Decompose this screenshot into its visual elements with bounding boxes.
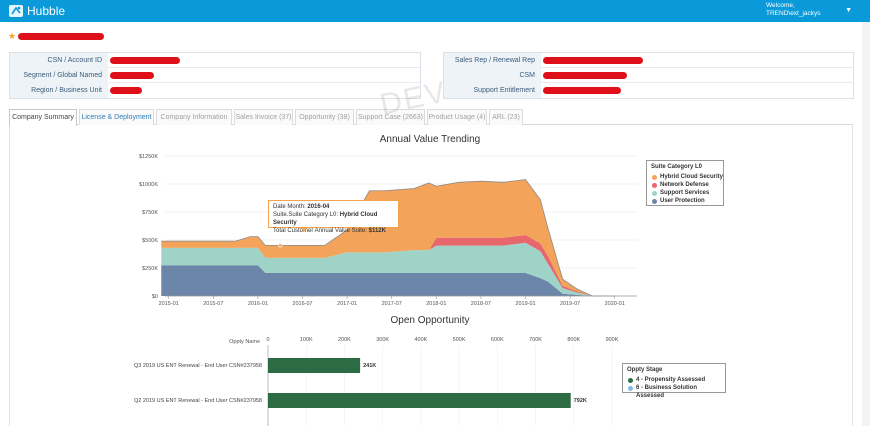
hubble-logo-icon[interactable] [8,4,24,18]
tooltip-label: Suite.Suite Category L0: [273,212,339,218]
info-row: Segment / Global Named [10,68,420,83]
info-label: CSN / Account ID [10,53,108,68]
redacted-value [543,72,627,79]
user-menu[interactable]: Welcome, TREND\ext_jackys ▼ [766,2,858,20]
tab-company-information[interactable]: Company Information [156,109,232,125]
legend-label: Support Services [660,190,710,196]
tab-opportunity[interactable]: Opportunity (38) [295,109,354,125]
tab-company-summary[interactable]: Company Summary [9,109,77,126]
info-label: Sales Rep / Renewal Rep [444,53,541,68]
legend-title: Suite Category L0 [651,164,703,170]
legend-item-support-services[interactable]: Support Services [647,189,723,197]
legend-swatch [628,385,633,391]
redacted-value [543,87,621,94]
info-row: CSN / Account ID [10,53,420,68]
redacted-value [110,57,180,64]
legend-label: Hybrid Cloud Security [660,174,724,180]
tooltip-pointer [300,227,308,232]
account-info-right: Sales Rep / Renewal Rep CSM Support Enti… [443,52,854,99]
legend-swatch [628,377,633,383]
legend-label: 4 - Propensity Assessed [636,377,706,383]
chart-title-open-opportunity: Open Opportunity [390,315,470,326]
tooltip-value: $112K [368,228,386,234]
chart-tooltip: Date Month: 2016-04 Suite.Suite Category… [268,200,399,234]
info-label: CSM [444,68,541,83]
tab-license-deployment[interactable]: License & Deployment [79,109,154,125]
tooltip-label: Total Customer Annual Value Suite: [273,228,367,234]
redacted-account-name [18,33,104,40]
tooltip-label: Date Month: [273,204,306,210]
legend-swatch [652,190,657,196]
info-row: Support Entitlement [444,83,853,98]
info-label: Segment / Global Named [10,68,108,83]
account-info-left: CSN / Account ID Segment / Global Named … [9,52,421,99]
info-row: Region / Business Unit [10,83,420,98]
legend-item-user-protection[interactable]: User Protection [647,197,723,205]
chevron-down-icon[interactable]: ▼ [845,7,852,15]
redacted-value [543,57,643,64]
tab-content [9,125,853,426]
redacted-value [110,87,142,94]
app-title: Hubble [27,4,66,18]
chart-title-annual-value: Annual Value Trending [379,134,481,145]
info-row: Sales Rep / Renewal Rep [444,53,853,68]
page-scrollbar[interactable] [862,22,870,426]
tooltip-value: 2016-04 [307,204,330,210]
app-header: Hubble Welcome, TREND\ext_jackys ▼ [0,0,870,22]
info-label: Support Entitlement [444,83,541,98]
legend-item-business-solution-assessed[interactable]: 6 - Business Solution Assessed [623,384,725,399]
legend-swatch [652,174,657,180]
suite-category-legend: Suite Category L0 Hybrid Cloud Security … [646,160,724,206]
legend-swatch [652,182,657,188]
legend-item-network-defense[interactable]: Network Defense [647,181,723,189]
info-label: Region / Business Unit [10,83,108,98]
legend-swatch [652,198,657,204]
legend-item-propensity-assessed[interactable]: 4 - Propensity Assessed [623,376,725,384]
oppty-stage-legend: Oppty Stage 4 - Propensity Assessed 6 - … [622,363,726,399]
legend-label: Network Defense [660,182,709,188]
legend-title: Oppty Stage [627,367,663,373]
legend-item-hybrid-cloud-security[interactable]: Hybrid Cloud Security [647,173,723,181]
tab-arl[interactable]: ARL (23) [489,109,523,125]
tab-sales-invoice[interactable]: Sales Invoice (37) [234,109,293,125]
legend-label: User Protection [660,198,705,204]
redacted-value [110,72,154,79]
info-row: CSM [444,68,853,83]
favorite-star-icon[interactable]: ★ [8,31,16,42]
